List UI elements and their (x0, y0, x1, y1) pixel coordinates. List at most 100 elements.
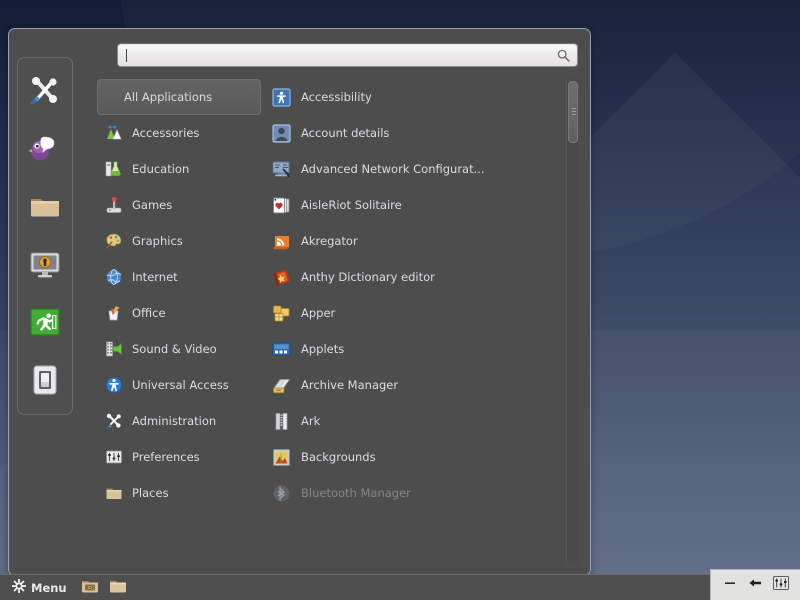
aisleriot-cards-icon (271, 195, 291, 215)
category-label: Education (132, 162, 189, 176)
power-switch-icon (28, 363, 62, 397)
taskbar-launcher-files[interactable] (107, 577, 129, 599)
scrollbar-thumb[interactable] (568, 81, 578, 143)
app-item-apper[interactable]: Apper (271, 295, 562, 331)
sidebar-button-system-tools[interactable] (23, 68, 67, 112)
sidebar-button-pidgin[interactable] (23, 126, 67, 170)
taskbar-menu-button[interactable]: Menu (6, 577, 73, 598)
app-label: Advanced Network Configurat... (301, 162, 485, 176)
category-item-sound-video[interactable]: Sound & Video (97, 331, 261, 367)
search-box[interactable] (117, 43, 578, 67)
app-label: Archive Manager (301, 378, 398, 392)
app-label: AisleRiot Solitaire (301, 198, 402, 212)
logout-icon (28, 305, 62, 339)
app-label: Ark (301, 414, 320, 428)
advanced-network-icon (271, 159, 291, 179)
ark-zipper-icon (271, 411, 291, 431)
accessories-icon (105, 124, 123, 142)
app-item-akregator[interactable]: Akregator (271, 223, 562, 259)
search-input[interactable] (118, 44, 555, 66)
preferences-icon (105, 448, 123, 466)
app-item-advanced-network-configuration[interactable]: Advanced Network Configurat... (271, 151, 562, 187)
scrollbar-grip-icon (572, 108, 576, 117)
app-label: Anthy Dictionary editor (301, 270, 435, 284)
sidebar-button-logout[interactable] (23, 300, 67, 344)
administration-tools-icon (105, 412, 123, 430)
app-item-archive-manager[interactable]: Archive Manager (271, 367, 562, 403)
file-manager-folder-icon (108, 576, 128, 600)
back-arrow-icon (747, 575, 763, 595)
taskbar-menu-label: Menu (31, 581, 67, 595)
category-item-education[interactable]: Education (97, 151, 261, 187)
category-label: Sound & Video (132, 342, 217, 356)
app-item-accessibility[interactable]: Accessibility (271, 79, 562, 115)
app-label: Backgrounds (301, 450, 376, 464)
taskbar: Menu (0, 574, 800, 600)
lock-screen-icon (28, 247, 62, 281)
app-item-applets[interactable]: Applets (271, 331, 562, 367)
search-row (89, 43, 580, 67)
pidgin-chat-icon (28, 131, 62, 165)
apper-packages-icon (271, 303, 291, 323)
sidebar-button-power-switch[interactable] (23, 358, 67, 402)
tray-minimize-button[interactable] (719, 574, 741, 596)
category-label: Games (132, 198, 172, 212)
system-tray-panel (710, 569, 800, 600)
office-icon (105, 304, 123, 322)
application-list-wrapper: Accessibility Account details (261, 79, 580, 565)
category-item-all-applications[interactable]: All Applications (97, 79, 261, 115)
app-label: Accessibility (301, 90, 372, 104)
home-folder-icon (28, 189, 62, 223)
internet-globe-icon (105, 268, 123, 286)
app-item-account-details[interactable]: Account details (271, 115, 562, 151)
app-item-anthy-dictionary-editor[interactable]: Anthy Dictionary editor (271, 259, 562, 295)
graphics-palette-icon (105, 232, 123, 250)
app-label: Bluetooth Manager (301, 486, 411, 500)
category-item-office[interactable]: Office (97, 295, 261, 331)
category-item-internet[interactable]: Internet (97, 259, 261, 295)
app-label: Apper (301, 306, 335, 320)
app-label: Akregator (301, 234, 358, 248)
application-menu-window: All Applications Accesso (8, 28, 591, 576)
sidebar-button-lock-screen[interactable] (23, 242, 67, 286)
category-list: All Applications Accesso (89, 79, 261, 565)
taskbar-launcher-screenshots[interactable] (79, 577, 101, 599)
app-item-ark[interactable]: Ark (271, 403, 562, 439)
category-item-places[interactable]: Places (97, 475, 261, 511)
category-item-preferences[interactable]: Preferences (97, 439, 261, 475)
application-list: Accessibility Account details (261, 79, 562, 565)
category-item-graphics[interactable]: Graphics (97, 223, 261, 259)
places-folder-icon (105, 484, 123, 502)
category-label: Preferences (132, 450, 200, 464)
category-item-accessories[interactable]: Accessories (97, 115, 261, 151)
application-list-scrollbar[interactable] (566, 79, 578, 565)
category-label: Universal Access (132, 378, 229, 392)
category-label: Internet (132, 270, 178, 284)
accessibility-icon (271, 87, 291, 107)
category-label: Office (132, 306, 166, 320)
minimize-icon (722, 575, 738, 595)
archive-manager-icon (271, 375, 291, 395)
app-item-aisleriot-solitaire[interactable]: AisleRiot Solitaire (271, 187, 562, 223)
education-icon (105, 160, 123, 178)
app-item-backgrounds[interactable]: Backgrounds (271, 439, 562, 475)
system-tools-icon (28, 73, 62, 107)
screenshot-folder-icon (80, 576, 100, 600)
category-label: Places (132, 486, 169, 500)
category-label: Graphics (132, 234, 183, 248)
category-item-administration[interactable]: Administration (97, 403, 261, 439)
tray-preferences-button[interactable] (770, 574, 792, 596)
akregator-feed-icon (271, 231, 291, 251)
tray-back-button[interactable] (744, 574, 766, 596)
desktop: All Applications Accesso (0, 0, 800, 600)
app-item-bluetooth-manager[interactable]: Bluetooth Manager (271, 475, 562, 511)
category-label: Administration (132, 414, 216, 428)
sidebar-button-home-folder[interactable] (23, 184, 67, 228)
category-label: Accessories (132, 126, 199, 140)
category-item-games[interactable]: Games (97, 187, 261, 223)
category-item-universal-access[interactable]: Universal Access (97, 367, 261, 403)
search-icon[interactable] (555, 49, 577, 62)
sidebar-button-group (17, 57, 73, 415)
anthy-dictionary-icon (271, 267, 291, 287)
games-joystick-icon (105, 196, 123, 214)
